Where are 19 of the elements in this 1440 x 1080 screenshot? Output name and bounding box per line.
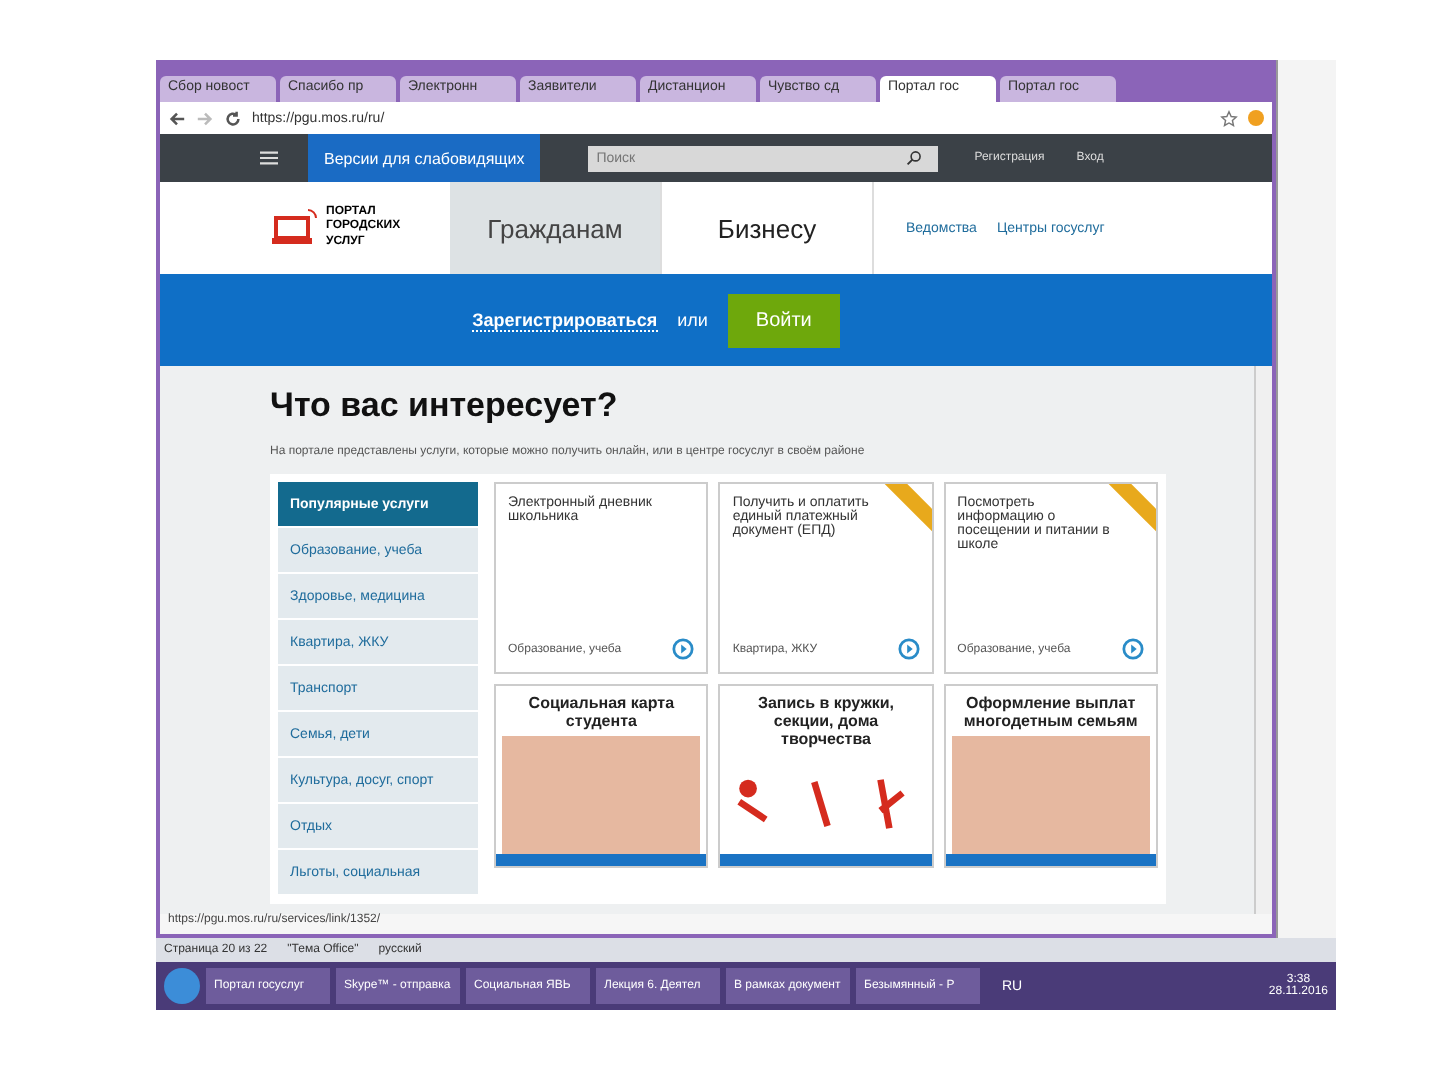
bookmark-star-icon[interactable]	[1220, 109, 1238, 127]
alert-icon[interactable]	[1248, 110, 1264, 126]
card-title: Запись в кружки, секции, дома творчества	[755, 694, 897, 748]
audience-tab[interactable]: Гражданам	[450, 182, 662, 274]
back-icon[interactable]	[168, 109, 186, 127]
forward-icon[interactable]	[196, 109, 214, 127]
featured-card[interactable]: Оформление выплат многодетным семьям	[943, 684, 1158, 868]
laptop-icon[interactable]	[270, 208, 318, 248]
start-button[interactable]	[164, 968, 200, 1004]
featured-card[interactable]: Социальная карта студента	[494, 684, 709, 868]
register-link[interactable]: Зарегистрироваться	[472, 309, 658, 331]
menu-icon[interactable]	[260, 150, 278, 166]
or-text: или	[677, 310, 708, 330]
card-title: Социальная карта студента	[526, 694, 677, 730]
section-heading: Что вас интересует?	[270, 386, 620, 426]
featured-card[interactable]: Запись в кружки, секции, дома творчества	[718, 684, 934, 868]
card-title: Оформление выплат многодетным семьям	[961, 694, 1140, 730]
reload-icon[interactable]	[224, 109, 242, 127]
accessibility-link[interactable]: Версии для слабовидящих	[308, 134, 541, 182]
